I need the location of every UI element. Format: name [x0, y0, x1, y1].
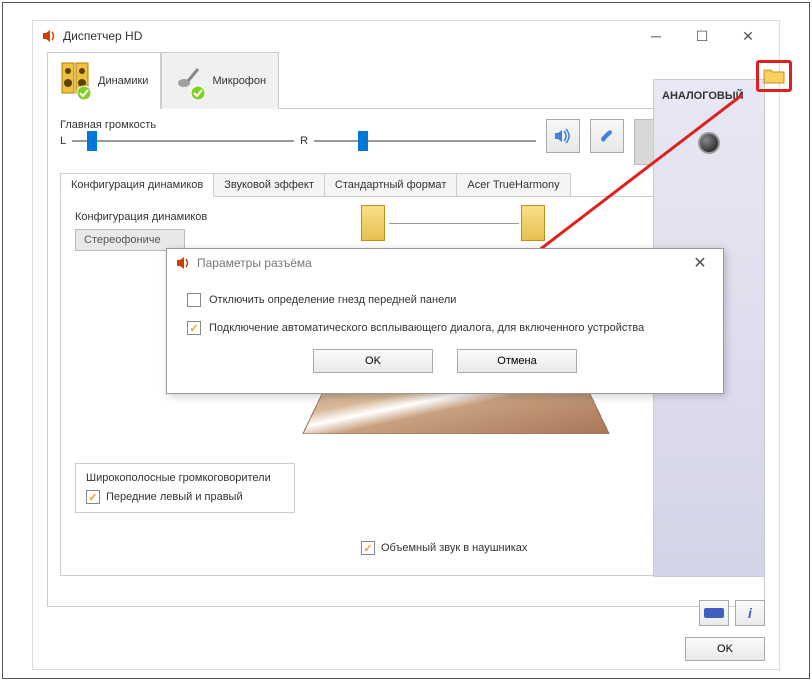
realtek-icon — [704, 606, 724, 620]
tab-microphone-label: Микрофон — [212, 75, 266, 87]
wrench-icon — [598, 127, 616, 145]
analog-label: АНАЛОГОВЫЙ — [654, 80, 764, 112]
settings-tabs: Конфигурация динамиков Звуковой эффект С… — [60, 173, 752, 197]
volume-slider[interactable] — [314, 139, 536, 143]
auto-popup-label: Подключение автоматического всплывающего… — [209, 322, 644, 334]
connector-params-dialog: Параметры разъёма ✕ Отключить определени… — [166, 248, 724, 394]
connector-settings-button[interactable] — [756, 60, 792, 92]
subtab-format[interactable]: Стандартный формат — [324, 173, 457, 197]
realtek-button[interactable] — [699, 600, 729, 626]
subtab-effect[interactable]: Звуковой эффект — [213, 173, 325, 197]
folder-icon — [763, 67, 785, 85]
wideband-front-checkbox[interactable] — [86, 490, 100, 504]
speaker-app-icon — [41, 28, 57, 44]
speaker-left-icon[interactable] — [361, 205, 385, 241]
volume-left-letter: L — [60, 135, 66, 147]
speaker-config-label: Конфигурация динамиков — [75, 211, 207, 223]
surround-checkbox[interactable] — [361, 541, 375, 555]
dialog-ok-button[interactable]: OK — [313, 349, 433, 373]
tab-microphone[interactable]: Микрофон — [161, 52, 279, 109]
jack-connector[interactable] — [698, 132, 720, 154]
minimize-button[interactable]: ─ — [633, 21, 679, 51]
volume-label: Главная громкость — [60, 119, 536, 131]
titlebar: Диспетчер HD ─ ☐ ✕ — [33, 21, 779, 51]
info-button[interactable]: i — [735, 600, 765, 626]
balance-slider[interactable] — [72, 139, 294, 143]
maximize-button[interactable]: ☐ — [679, 21, 725, 51]
disable-front-detection-checkbox[interactable] — [187, 293, 201, 307]
sound-icon — [553, 126, 573, 146]
audio-settings-button[interactable] — [590, 119, 624, 153]
disable-front-detection-label: Отключить определение гнезд передней пан… — [209, 294, 456, 306]
window-title: Диспетчер HD — [63, 29, 633, 43]
close-button[interactable]: ✕ — [725, 21, 771, 51]
wideband-group: Широкополосные громкоговорители Передние… — [75, 463, 295, 513]
surround-label: Объемный звук в наушниках — [381, 542, 527, 554]
main-ok-button[interactable]: OK — [685, 637, 765, 661]
speakers-icon — [60, 61, 92, 101]
subtab-config[interactable]: Конфигурация динамиков — [60, 173, 214, 197]
dialog-title: Параметры разъёма — [197, 256, 685, 270]
wideband-label: Широкополосные громкоговорители — [86, 472, 284, 484]
speaker-app-icon — [175, 255, 191, 271]
speaker-right-icon[interactable] — [521, 205, 545, 241]
dialog-close-button[interactable]: ✕ — [685, 251, 715, 275]
tab-speakers-label: Динамики — [98, 75, 148, 87]
dialog-cancel-button[interactable]: Отмена — [457, 349, 577, 373]
auto-popup-checkbox[interactable] — [187, 321, 201, 335]
microphone-icon — [174, 61, 206, 101]
tab-speakers[interactable]: Динамики — [47, 52, 161, 109]
wideband-front-label: Передние левый и правый — [106, 491, 243, 503]
subtab-harmony[interactable]: Acer TrueHarmony — [456, 173, 570, 197]
mute-button[interactable] — [546, 119, 580, 153]
info-icon: i — [748, 605, 752, 621]
volume-right-letter: R — [300, 135, 308, 147]
